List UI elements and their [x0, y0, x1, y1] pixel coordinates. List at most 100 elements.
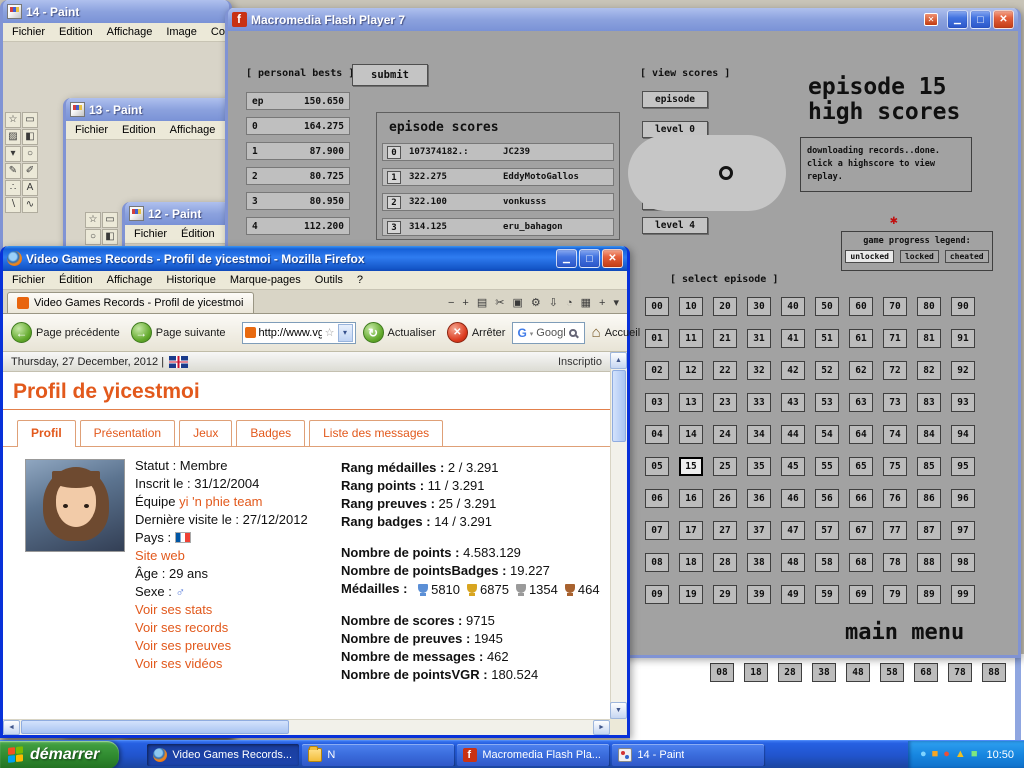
episode-cell-66[interactable]: 66	[849, 489, 873, 508]
episode-cell-75[interactable]: 75	[883, 457, 907, 476]
menu-dition[interactable]: Édition	[174, 226, 222, 242]
episode-cell-08[interactable]: 08	[645, 553, 669, 572]
add-icon[interactable]: +	[462, 297, 468, 309]
menu-fichier[interactable]: Fichier	[5, 24, 52, 40]
episode-cell-62[interactable]: 62	[849, 361, 873, 380]
menu-affichage[interactable]: Affichage	[163, 122, 223, 138]
episode-score-row-2[interactable]: 2322.100vonkusss	[382, 193, 614, 211]
paint-14-titlebar[interactable]: 14 - Paint	[3, 0, 229, 23]
personal-best-row-3[interactable]: 380.950	[246, 192, 350, 210]
episode-cell-83[interactable]: 83	[917, 393, 941, 412]
episode-cell-85[interactable]: 85	[917, 457, 941, 476]
tab-jeux[interactable]: Jeux	[179, 420, 232, 446]
episode-cell-96[interactable]: 96	[951, 489, 975, 508]
eyedropper-icon[interactable]: ▾	[5, 146, 21, 162]
episode-cell-11[interactable]: 11	[679, 329, 703, 348]
menu-fichier[interactable]: Fichier	[5, 272, 52, 288]
menu-help[interactable]: ?	[350, 272, 370, 288]
episode-cell-41[interactable]: 41	[781, 329, 805, 348]
site-web-link[interactable]: Site web	[135, 547, 335, 565]
episode-cell-26[interactable]: 26	[713, 489, 737, 508]
browser-tab[interactable]: Video Games Records - Profil de yicestmo…	[7, 292, 254, 313]
episode-cell-12[interactable]: 12	[679, 361, 703, 380]
episode-cell-54[interactable]: 54	[815, 425, 839, 444]
menu-outils[interactable]: Outils	[308, 272, 350, 288]
episode-cell-82[interactable]: 82	[917, 361, 941, 380]
episode-cell-71[interactable]: 71	[883, 329, 907, 348]
menu-affichage[interactable]: Affichage	[100, 272, 160, 288]
episode-cell-87[interactable]: 87	[917, 521, 941, 540]
episode-cell-59[interactable]: 59	[815, 585, 839, 604]
firefox-titlebar[interactable]: Video Games Records - Profil de yicestmo…	[3, 246, 627, 271]
horizontal-scroll-thumb[interactable]	[21, 720, 289, 734]
episode-cell-10[interactable]: 10	[679, 297, 703, 316]
episode-cell-46[interactable]: 46	[781, 489, 805, 508]
episode-cell-69[interactable]: 69	[849, 585, 873, 604]
tab-profil[interactable]: Profil	[17, 420, 76, 446]
link-voir-ses-stats[interactable]: Voir ses stats	[135, 601, 335, 619]
bg-episode-cell-68[interactable]: 68	[914, 663, 938, 682]
link-voir-ses-vid-os[interactable]: Voir ses vidéos	[135, 655, 335, 673]
url-text[interactable]: http://www.vgr-	[259, 327, 322, 339]
view-level-4-button[interactable]: level 4	[642, 217, 708, 234]
episode-cell-22[interactable]: 22	[713, 361, 737, 380]
personal-best-row-1[interactable]: 187.900	[246, 142, 350, 160]
equipe-link[interactable]: yi 'n phie team	[179, 494, 262, 509]
episode-cell-20[interactable]: 20	[713, 297, 737, 316]
episode-cell-67[interactable]: 67	[849, 521, 873, 540]
bg-episode-cell-08[interactable]: 08	[710, 663, 734, 682]
bg-episode-cell-28[interactable]: 28	[778, 663, 802, 682]
menu-edition[interactable]: Edition	[115, 122, 163, 138]
episode-cell-77[interactable]: 77	[883, 521, 907, 540]
gear-icon[interactable]: ⚙	[531, 296, 541, 309]
episode-cell-93[interactable]: 93	[951, 393, 975, 412]
tab-pr-sentation[interactable]: Présentation	[80, 420, 175, 446]
episode-cell-63[interactable]: 63	[849, 393, 873, 412]
episode-cell-33[interactable]: 33	[747, 393, 771, 412]
cut-icon[interactable]: ✂	[495, 296, 504, 309]
episode-cell-06[interactable]: 06	[645, 489, 669, 508]
stop-button[interactable]: Arrêter	[443, 320, 510, 345]
episode-cell-72[interactable]: 72	[883, 361, 907, 380]
paint-13-titlebar[interactable]: 13 - Paint	[66, 98, 229, 121]
tray-messenger-icon[interactable]: ■	[971, 748, 978, 761]
episode-cell-15[interactable]: 15	[679, 457, 703, 476]
link-voir-ses-preuves[interactable]: Voir ses preuves	[135, 637, 335, 655]
background-close-button[interactable]	[924, 13, 938, 26]
minimize-button[interactable]	[947, 10, 968, 29]
select-icon[interactable]: ▭	[22, 112, 38, 128]
maximize-button[interactable]	[970, 10, 991, 29]
download-icon[interactable]: ⇩	[549, 296, 558, 309]
url-bar[interactable]: http://www.vgr-	[242, 322, 356, 344]
episode-cell-24[interactable]: 24	[713, 425, 737, 444]
episode-cell-53[interactable]: 53	[815, 393, 839, 412]
tray-network-icon[interactable]: ●	[920, 748, 927, 761]
close-button[interactable]	[993, 10, 1014, 29]
fill-icon[interactable]: ◧	[102, 229, 118, 245]
episode-cell-47[interactable]: 47	[781, 521, 805, 540]
magnifier-icon[interactable]: ○	[22, 146, 38, 162]
episode-cell-99[interactable]: 99	[951, 585, 975, 604]
episode-cell-78[interactable]: 78	[883, 553, 907, 572]
curve-icon[interactable]: ∿	[22, 197, 38, 213]
forward-button[interactable]: Page suivante	[127, 320, 230, 345]
episode-cell-09[interactable]: 09	[645, 585, 669, 604]
episode-cell-50[interactable]: 50	[815, 297, 839, 316]
episode-cell-65[interactable]: 65	[849, 457, 873, 476]
episode-cell-48[interactable]: 48	[781, 553, 805, 572]
tab-liste-des-messages[interactable]: Liste des messages	[309, 420, 443, 446]
print-icon[interactable]: ▦	[581, 296, 591, 309]
episode-cell-79[interactable]: 79	[883, 585, 907, 604]
menu-affichage[interactable]: Affichage	[100, 24, 160, 40]
scroll-down-button[interactable]	[610, 702, 627, 719]
bg-episode-cell-88[interactable]: 88	[982, 663, 1006, 682]
task-14-paint[interactable]: 14 - Paint	[612, 744, 764, 766]
episode-cell-95[interactable]: 95	[951, 457, 975, 476]
episode-cell-68[interactable]: 68	[849, 553, 873, 572]
personal-best-row-ep[interactable]: ep150.650	[246, 92, 350, 110]
minimize-button[interactable]	[556, 249, 577, 268]
menu-fichier[interactable]: Fichier	[127, 226, 174, 242]
episode-cell-35[interactable]: 35	[747, 457, 771, 476]
refresh-button[interactable]: Actualiser	[359, 320, 440, 345]
horizontal-scrollbar[interactable]	[3, 719, 610, 735]
